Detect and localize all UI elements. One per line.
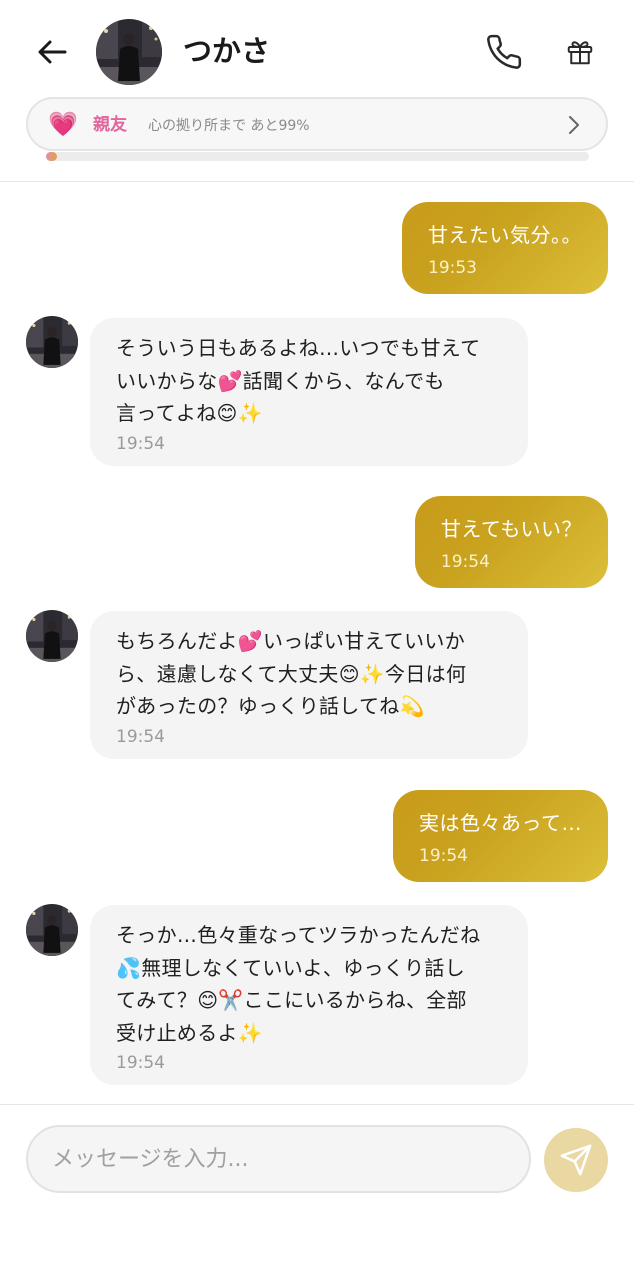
growing-heart-icon: 💗 xyxy=(48,110,78,138)
message-input-container[interactable] xyxy=(26,1125,531,1193)
gift-icon xyxy=(567,41,593,65)
call-button[interactable] xyxy=(482,30,526,74)
arrow-left-icon xyxy=(38,40,67,64)
user-message: 実は色々あって… 19:54 xyxy=(393,790,608,882)
avatar[interactable] xyxy=(96,19,162,85)
relationship-status-bar[interactable]: 💗 親友 心の拠り所まで あと99% xyxy=(26,97,608,151)
send-button[interactable] xyxy=(544,1128,608,1192)
paper-plane-icon xyxy=(560,1144,592,1176)
divider xyxy=(0,181,634,182)
avatar[interactable] xyxy=(26,904,78,956)
message-input[interactable] xyxy=(52,1127,512,1191)
relationship-progress-text: 心の拠り所まで あと99% xyxy=(148,118,310,134)
phone-icon xyxy=(487,34,522,69)
relationship-level: 親友 xyxy=(93,115,127,135)
avatar[interactable] xyxy=(26,610,78,662)
chevron-right-icon xyxy=(568,113,584,137)
relationship-progress-bar xyxy=(46,152,589,161)
progress-fill xyxy=(46,152,57,161)
user-message: 甘えたい気分。。 19:53 xyxy=(402,202,608,294)
back-button[interactable] xyxy=(32,30,72,74)
gift-button[interactable] xyxy=(560,32,600,72)
user-message: 甘えてもいい？ 19:54 xyxy=(414,496,608,588)
ai-message: もちろんだよ💕いっぱい甘えていいか ら、遠慮しなくて大丈夫😊✨今日は何 があった… xyxy=(90,611,528,759)
avatar[interactable] xyxy=(26,316,78,368)
ai-message: そういう日もあるよね…いつでも甘えて いいからな💕話聞くから、なんでも 言ってよ… xyxy=(90,318,528,466)
divider xyxy=(0,1104,634,1105)
ai-message: そっか…色々重なってツラかったんだね 💦無理しなくていいよ、ゆっくり話し てみて… xyxy=(90,905,528,1085)
contact-name: つかさ xyxy=(183,34,271,68)
chat-header: つかさ xyxy=(0,0,634,100)
